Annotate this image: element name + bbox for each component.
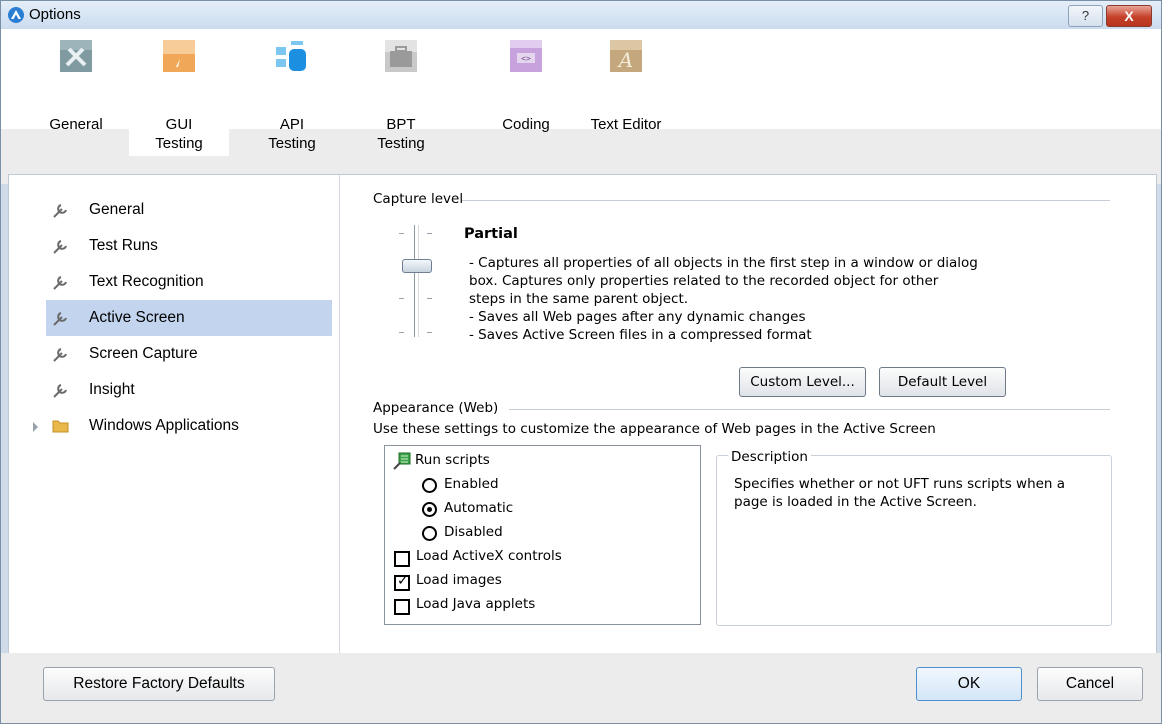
content-area: General Test Runs Text Recognition Activ… [8,174,1157,654]
description-line: Specifies whether or not UFT runs script… [734,476,1066,492]
sidebar-item-label: Active Screen [89,309,185,326]
title-bar: Options ? X [1,1,1161,29]
category-toolbar: General GUI Testing API Testing BPT Test… [1,29,1161,184]
text-editor-icon: A [610,40,642,72]
slider-tick [427,332,432,333]
appearance-title: Appearance (Web) [373,400,499,416]
default-level-button[interactable]: Default Level [879,367,1006,397]
capture-level-name: Partial [464,226,518,242]
radio-label: Disabled [444,524,503,540]
tab-coding[interactable]: <> Coding [481,29,571,156]
uft-logo-icon [8,7,24,23]
tab-api-testing[interactable]: API Testing [247,29,337,156]
tab-label: BPT Testing [377,116,425,152]
ok-button[interactable]: OK [916,667,1022,701]
sidebar-item-screen-capture[interactable]: Screen Capture [46,336,332,372]
slider-thumb[interactable] [402,259,432,273]
appearance-intro: Use these settings to customize the appe… [373,421,936,437]
sidebar-item-label: Windows Applications [89,417,239,434]
tab-gui-testing[interactable]: GUI Testing [129,29,229,156]
slider-tick [427,233,432,234]
tab-label: Text Editor [590,116,662,133]
sidebar-item-label: General [89,201,145,218]
wrench-icon [53,384,67,398]
sidebar-item-label: Test Runs [89,237,158,254]
sidebar-tree: General Test Runs Text Recognition Activ… [9,175,340,653]
checkbox[interactable]: ✓ [394,573,410,591]
tools-icon [60,40,92,72]
gui-testing-icon [163,40,195,72]
sidebar-item-active-screen[interactable]: Active Screen [46,300,332,336]
sidebar-item-windows-applications[interactable]: Windows Applications [46,408,332,444]
radio-button[interactable] [422,502,437,517]
sidebar-item-label: Screen Capture [89,345,198,362]
sidebar-item-label: Text Recognition [89,273,204,290]
radio-label: Enabled [444,476,499,492]
description-title: Description [728,449,811,465]
checkbox[interactable] [394,599,410,615]
section-divider [462,200,1110,201]
checkbox[interactable] [394,551,410,567]
run-scripts-label: Run scripts [415,452,490,468]
coding-icon: <> [510,40,542,72]
help-button[interactable]: ? [1068,5,1103,27]
tab-general[interactable]: General [41,29,111,156]
sidebar-item-text-recognition[interactable]: Text Recognition [46,264,332,300]
options-dialog: Options ? X General GUI Testing API Test… [0,0,1162,724]
checkmark-icon: ✓ [397,573,409,589]
description-line: box. Captures only properties related to… [469,273,939,289]
checkbox-label: Load Java applets [416,596,536,612]
sidebar-item-label: Insight [89,381,135,398]
radio-selected-dot [427,507,432,512]
description-line: - Saves Active Screen files in a compres… [469,327,812,343]
capture-level-slider[interactable] [414,225,419,337]
sidebar-item-test-runs[interactable]: Test Runs [46,228,332,264]
checkbox-label: Load ActiveX controls [416,548,562,564]
wrench-icon [53,204,67,218]
sidebar-item-insight[interactable]: Insight [46,372,332,408]
bpt-briefcase-icon [385,40,417,72]
checkbox-label: Load images [416,572,502,588]
tab-label: GUI Testing [155,116,203,152]
description-line: steps in the same parent object. [469,291,689,307]
window-title: Options [29,6,81,23]
description-text: Specifies whether or not UFT runs script… [734,475,1104,511]
radio-button[interactable] [422,526,437,541]
wrench-icon [53,240,67,254]
radio-button[interactable] [422,478,437,493]
radio-label: Automatic [444,500,514,516]
svg-text:A: A [617,48,633,72]
tab-label: General [49,116,103,133]
description-line: - Captures all properties of all objects… [469,255,978,271]
active-screen-panel: Capture level Partial - Captures all pro… [349,175,1149,653]
close-button[interactable]: X [1106,5,1152,27]
tab-label: Coding [502,116,550,133]
description-line: - Saves all Web pages after any dynamic … [469,309,806,325]
slider-tick [399,233,404,234]
slider-tick [427,298,432,299]
sidebar-item-general[interactable]: General [46,192,332,228]
cancel-button[interactable]: Cancel [1037,667,1143,701]
tab-text-editor[interactable]: A Text Editor [576,29,676,156]
wrench-icon [53,348,67,362]
slider-tick [399,298,404,299]
capture-level-title: Capture level [373,191,464,207]
restore-factory-defaults-button[interactable]: Restore Factory Defaults [43,667,275,701]
api-testing-icon [274,40,306,72]
scripts-icon [393,452,411,470]
web-options-list: Run scripts Enabled Automatic Disabled L… [384,445,701,625]
svg-text:<>: <> [521,54,531,63]
wrench-icon [53,312,67,326]
description-line: page is loaded in the Active Screen. [734,494,977,510]
section-divider [509,409,1110,410]
slider-tick [399,332,404,333]
dialog-footer: Restore Factory Defaults OK Cancel [1,653,1161,723]
tab-label: API Testing [268,116,316,152]
tab-bpt-testing[interactable]: BPT Testing [356,29,446,156]
custom-level-button[interactable]: Custom Level... [739,367,866,397]
folder-icon [52,420,69,433]
expand-arrow-icon[interactable] [33,422,38,432]
capture-level-description: - Captures all properties of all objects… [469,254,1009,344]
wrench-icon [53,276,67,290]
